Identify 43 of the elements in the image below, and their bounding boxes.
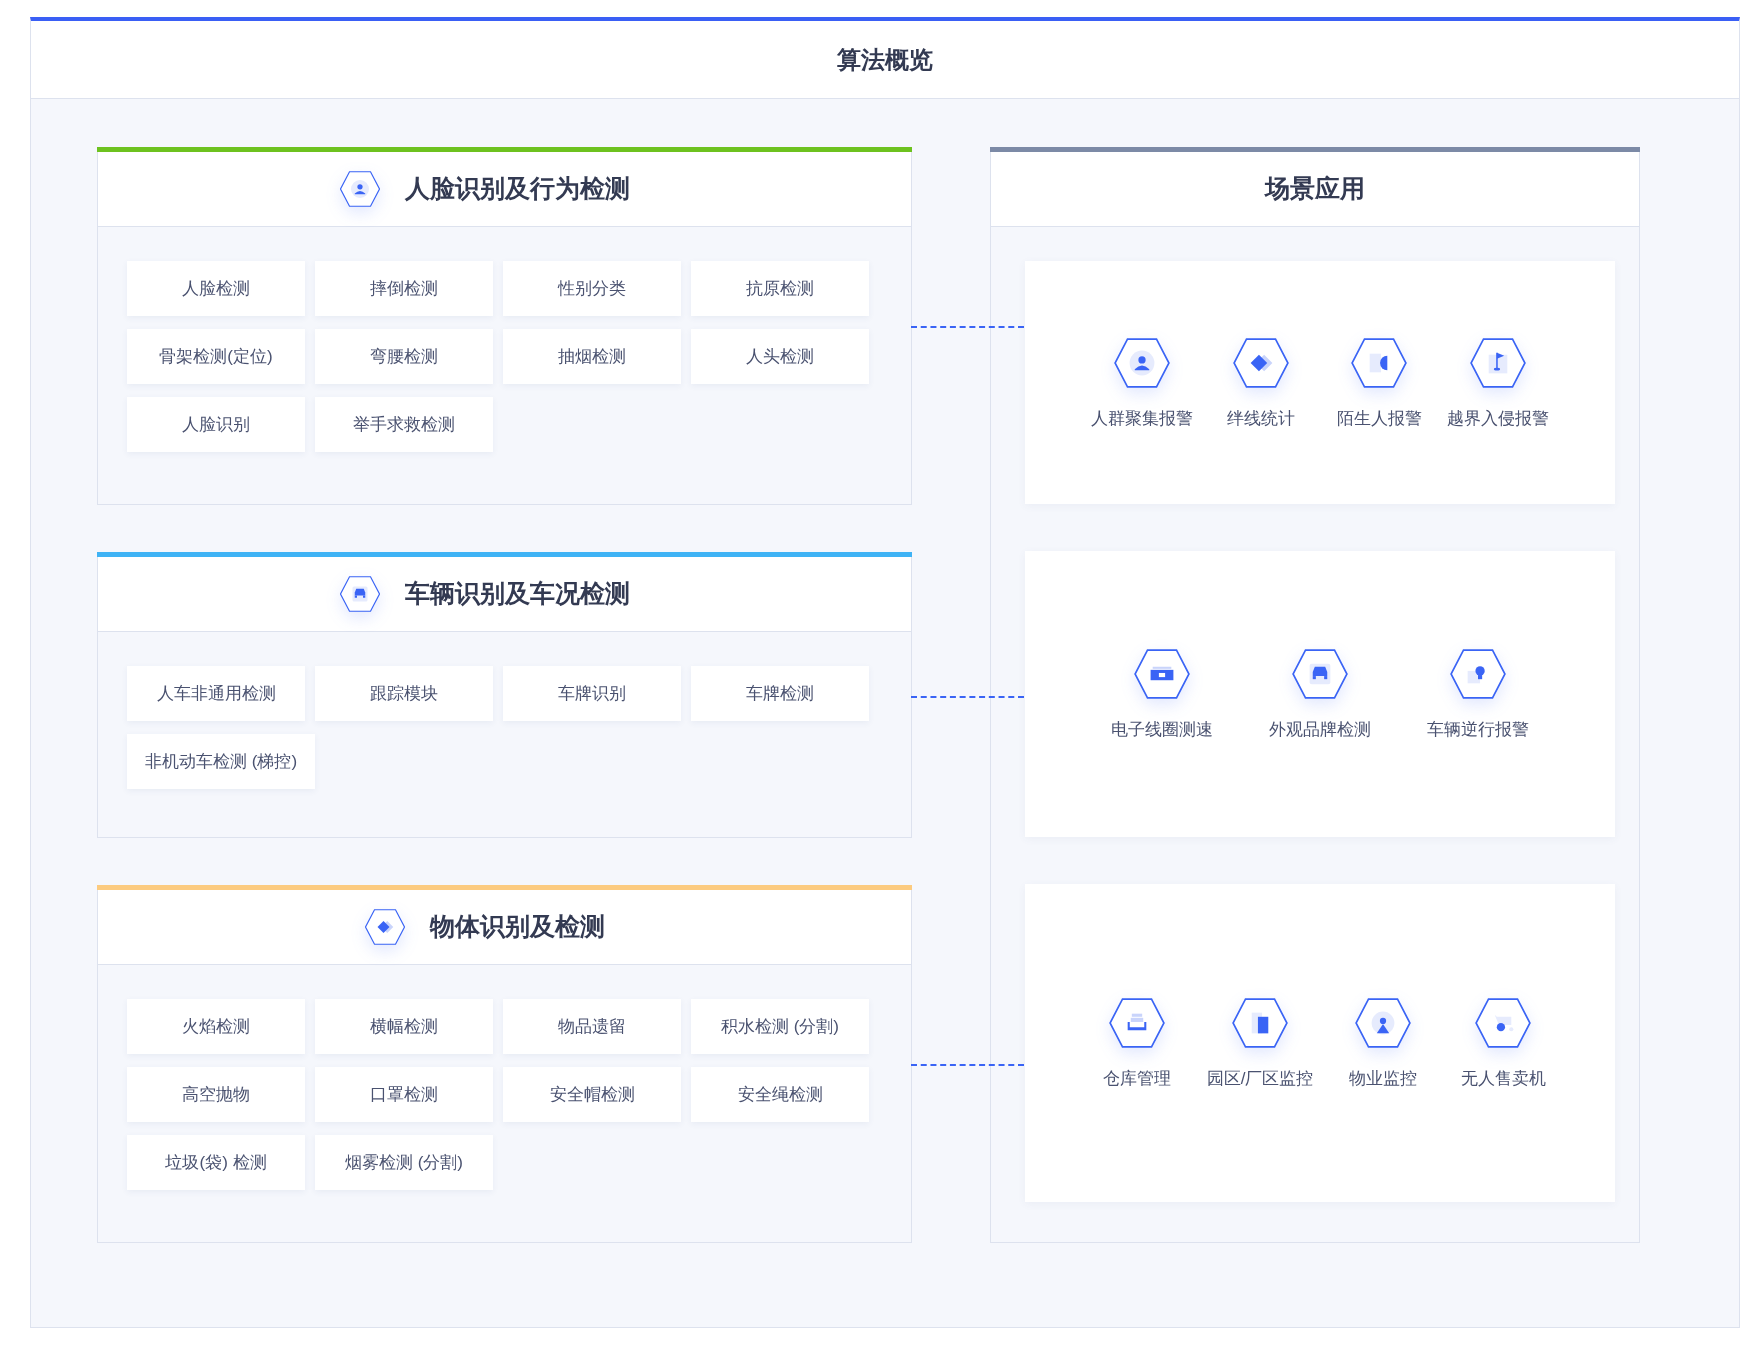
algorithm-tag: 安全帽检测 (503, 1067, 681, 1122)
algorithm-tag: 人脸识别 (127, 397, 305, 452)
scenario-label: 物业监控 (1349, 1068, 1418, 1091)
algorithm-tag: 车牌识别 (503, 666, 681, 721)
algorithm-tag: 人头检测 (691, 329, 869, 384)
algorithm-tag: 人脸检测 (127, 261, 305, 316)
scenario-label: 无人售卖机 (1460, 1068, 1546, 1091)
group-title: 人脸识别及行为检测 (405, 173, 630, 205)
group-title: 车辆识别及车况检测 (405, 578, 630, 610)
layers-icon (364, 906, 406, 948)
scenario-label: 仓库管理 (1102, 1068, 1171, 1091)
algorithm-tag: 抽烟检测 (503, 329, 681, 384)
algorithm-tag: 烟雾检测 (分割) (315, 1135, 493, 1190)
page-title: 算法概览 (837, 44, 933, 75)
algorithm-tag: 高空抛物 (127, 1067, 305, 1122)
car-icon (339, 573, 381, 615)
algorithm-tag: 横幅检测 (315, 999, 493, 1054)
algorithm-tag: 口罩检测 (315, 1067, 493, 1122)
algorithm-tag: 人车非通用检测 (127, 666, 305, 721)
group-title: 物体识别及检测 (430, 911, 605, 943)
scenario-label: 陌生人报警 (1336, 407, 1422, 430)
scenario-label: 园区/厂区监控 (1206, 1068, 1314, 1091)
panel-title: 场景应用 (1265, 173, 1365, 205)
algorithm-tag: 垃圾(袋) 检测 (127, 1135, 305, 1190)
algorithm-tag: 安全绳检测 (691, 1067, 869, 1122)
algorithm-tag: 跟踪模块 (315, 666, 493, 721)
algorithm-tag: 火焰检测 (127, 999, 305, 1054)
algorithm-tag: 车牌检测 (691, 666, 869, 721)
algorithm-tag: 性别分类 (503, 261, 681, 316)
scenario-label: 电子线圈测速 (1111, 719, 1213, 742)
algorithm-tag: 物品遗留 (503, 999, 681, 1054)
algorithm-tag: 积水检测 (分割) (691, 999, 869, 1054)
algorithm-tag: 摔倒检测 (315, 261, 493, 316)
algorithm-tag: 非机动车检测 (梯控) (127, 734, 316, 789)
algorithm-tag: 举手求救检测 (315, 397, 493, 452)
scenario-label: 越界入侵报警 (1447, 407, 1549, 430)
algorithm-tag: 骨架检测(定位) (127, 329, 305, 384)
scenario-label: 绊线统计 (1227, 407, 1295, 430)
scenario-label: 车辆逆行报警 (1427, 719, 1529, 742)
algorithm-tag: 抗原检测 (691, 261, 869, 316)
scenario-label: 人群聚集报警 (1091, 407, 1193, 430)
scenario-label: 外观品牌检测 (1269, 719, 1371, 742)
algorithm-tag: 弯腰检测 (315, 329, 493, 384)
